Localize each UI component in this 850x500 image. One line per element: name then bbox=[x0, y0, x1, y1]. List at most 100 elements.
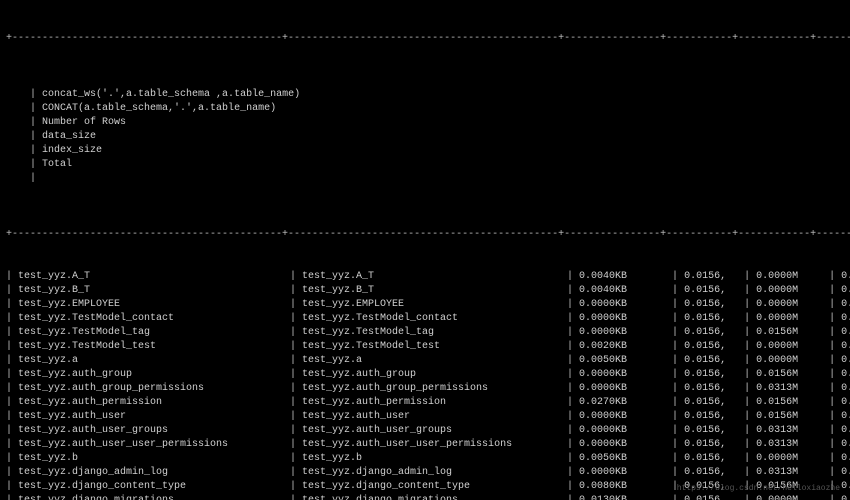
cell-data-size: 0.0156, bbox=[684, 382, 744, 396]
cell-data-size: 0.0156, bbox=[684, 270, 744, 284]
header-c1: concat_ws('.',a.table_schema ,a.table_na… bbox=[42, 88, 314, 102]
cell-concat: test_yyz.TestModel_tag bbox=[302, 326, 567, 340]
cell-index-size: 0.0313M bbox=[756, 382, 829, 396]
cell-rows: 0.0080KB bbox=[579, 480, 672, 494]
cell-index-size: 0.0000M bbox=[756, 298, 829, 312]
cell-total: 0.0469M bbox=[841, 466, 850, 480]
cell-concat: test_yyz.auth_permission bbox=[302, 396, 567, 410]
cell-concat: test_yyz.TestModel_contact bbox=[302, 312, 567, 326]
header-c3: Number of Rows bbox=[42, 116, 135, 130]
cell-total: 0.0156M bbox=[841, 284, 850, 298]
cell-rows: 0.0000KB bbox=[579, 382, 672, 396]
separator-mid: +---------------------------------------… bbox=[6, 228, 844, 242]
cell-concat: test_yyz.auth_user bbox=[302, 410, 567, 424]
cell-index-size: 0.0313M bbox=[756, 466, 829, 480]
cell-rows: 0.0000KB bbox=[579, 326, 672, 340]
cell-total: 0.0156M bbox=[841, 452, 850, 466]
cell-concat: test_yyz.a bbox=[302, 354, 567, 368]
cell-concat: test_yyz.B_T bbox=[302, 284, 567, 298]
watermark: https://blog.csdn.net/helloxiaozhe bbox=[677, 482, 840, 496]
cell-concat: test_yyz.django_migrations bbox=[302, 494, 567, 500]
cell-index-size: 0.0000M bbox=[756, 354, 829, 368]
table-row: | test_yyz.A_T| test_yyz.A_T| 0.0040KB| … bbox=[6, 270, 844, 284]
cell-total: 0.0156M bbox=[841, 354, 850, 368]
cell-data-size: 0.0156, bbox=[684, 298, 744, 312]
cell-data-size: 0.0156, bbox=[684, 326, 744, 340]
cell-data-size: 0.0156, bbox=[684, 284, 744, 298]
cell-concat-ws: test_yyz.auth_user_groups bbox=[18, 424, 290, 438]
cell-index-size: 0.0156M bbox=[756, 410, 829, 424]
cell-concat: test_yyz.auth_group_permissions bbox=[302, 382, 567, 396]
cell-concat-ws: test_yyz.EMPLOYEE bbox=[18, 298, 290, 312]
cell-total: 0.0313M bbox=[841, 368, 850, 382]
cell-concat-ws: test_yyz.auth_user_user_permissions bbox=[18, 438, 290, 452]
cell-concat: test_yyz.auth_group bbox=[302, 368, 567, 382]
cell-rows: 0.0000KB bbox=[579, 368, 672, 382]
cell-index-size: 0.0156M bbox=[756, 396, 829, 410]
cell-data-size: 0.0156, bbox=[684, 312, 744, 326]
table-row: | test_yyz.a| test_yyz.a| 0.0050KB| 0.01… bbox=[6, 354, 844, 368]
cell-concat: test_yyz.A_T bbox=[302, 270, 567, 284]
cell-concat: test_yyz.django_admin_log bbox=[302, 466, 567, 480]
cell-data-size: 0.0156, bbox=[684, 368, 744, 382]
cell-concat-ws: test_yyz.b bbox=[18, 452, 290, 466]
cell-index-size: 0.0156M bbox=[756, 326, 829, 340]
cell-rows: 0.0050KB bbox=[579, 354, 672, 368]
cell-rows: 0.0000KB bbox=[579, 312, 672, 326]
cell-concat: test_yyz.auth_user_user_permissions bbox=[302, 438, 567, 452]
table-body: | test_yyz.A_T| test_yyz.A_T| 0.0040KB| … bbox=[6, 270, 844, 500]
cell-rows: 0.0000KB bbox=[579, 298, 672, 312]
cell-data-size: 0.0156, bbox=[684, 354, 744, 368]
header-c5: index_size bbox=[42, 144, 115, 158]
table-row: | test_yyz.auth_user| test_yyz.auth_user… bbox=[6, 410, 844, 424]
header-c4: data_size bbox=[42, 130, 102, 144]
cell-total: 0.0469M bbox=[841, 382, 850, 396]
cell-total: 0.0313M bbox=[841, 410, 850, 424]
cell-data-size: 0.0156, bbox=[684, 438, 744, 452]
cell-rows: 0.0000KB bbox=[579, 438, 672, 452]
cell-total: 0.0313M bbox=[841, 480, 850, 494]
cell-rows: 0.0040KB bbox=[579, 284, 672, 298]
table-row: | test_yyz.auth_group| test_yyz.auth_gro… bbox=[6, 368, 844, 382]
cell-rows: 0.0040KB bbox=[579, 270, 672, 284]
cell-concat-ws: test_yyz.django_admin_log bbox=[18, 466, 290, 480]
table-row: | test_yyz.django_admin_log| test_yyz.dj… bbox=[6, 466, 844, 480]
cell-concat-ws: test_yyz.django_content_type bbox=[18, 480, 290, 494]
cell-concat-ws: test_yyz.auth_user bbox=[18, 410, 290, 424]
cell-rows: 0.0130KB bbox=[579, 494, 672, 500]
cell-total: 0.0313M bbox=[841, 396, 850, 410]
cell-data-size: 0.0156, bbox=[684, 424, 744, 438]
cell-concat-ws: test_yyz.a bbox=[18, 354, 290, 368]
table-row: | test_yyz.TestModel_tag| test_yyz.TestM… bbox=[6, 326, 844, 340]
cell-total: 0.0156M bbox=[841, 340, 850, 354]
cell-concat-ws: test_yyz.B_T bbox=[18, 284, 290, 298]
cell-rows: 0.0000KB bbox=[579, 424, 672, 438]
table-row: | test_yyz.TestModel_test| test_yyz.Test… bbox=[6, 340, 844, 354]
cell-index-size: 0.0313M bbox=[756, 438, 829, 452]
cell-concat-ws: test_yyz.TestModel_tag bbox=[18, 326, 290, 340]
cell-concat-ws: test_yyz.auth_permission bbox=[18, 396, 290, 410]
table-row: | test_yyz.B_T| test_yyz.B_T| 0.0040KB| … bbox=[6, 284, 844, 298]
cell-index-size: 0.0000M bbox=[756, 284, 829, 298]
table-row: | test_yyz.b| test_yyz.b| 0.0050KB| 0.01… bbox=[6, 452, 844, 466]
cell-concat-ws: test_yyz.TestModel_contact bbox=[18, 312, 290, 326]
sql-result-output: +---------------------------------------… bbox=[0, 0, 850, 500]
cell-index-size: 0.0000M bbox=[756, 340, 829, 354]
cell-concat: test_yyz.auth_user_groups bbox=[302, 424, 567, 438]
cell-total: 0.0469M bbox=[841, 424, 850, 438]
table-row: | test_yyz.auth_user_groups| test_yyz.au… bbox=[6, 424, 844, 438]
table-row: | test_yyz.EMPLOYEE| test_yyz.EMPLOYEE| … bbox=[6, 298, 844, 312]
header-row: | concat_ws('.',a.table_schema ,a.table_… bbox=[6, 74, 844, 200]
header-c6: Total bbox=[42, 158, 102, 172]
header-c2: CONCAT(a.table_schema,'.',a.table_name) bbox=[42, 102, 307, 116]
cell-rows: 0.0000KB bbox=[579, 466, 672, 480]
cell-rows: 0.0270KB bbox=[579, 396, 672, 410]
cell-data-size: 0.0156, bbox=[684, 396, 744, 410]
cell-concat: test_yyz.TestModel_test bbox=[302, 340, 567, 354]
cell-concat: test_yyz.EMPLOYEE bbox=[302, 298, 567, 312]
cell-data-size: 0.0156, bbox=[684, 410, 744, 424]
cell-concat-ws: test_yyz.TestModel_test bbox=[18, 340, 290, 354]
cell-data-size: 0.0156, bbox=[684, 466, 744, 480]
cell-concat-ws: test_yyz.A_T bbox=[18, 270, 290, 284]
cell-index-size: 0.0000M bbox=[756, 270, 829, 284]
